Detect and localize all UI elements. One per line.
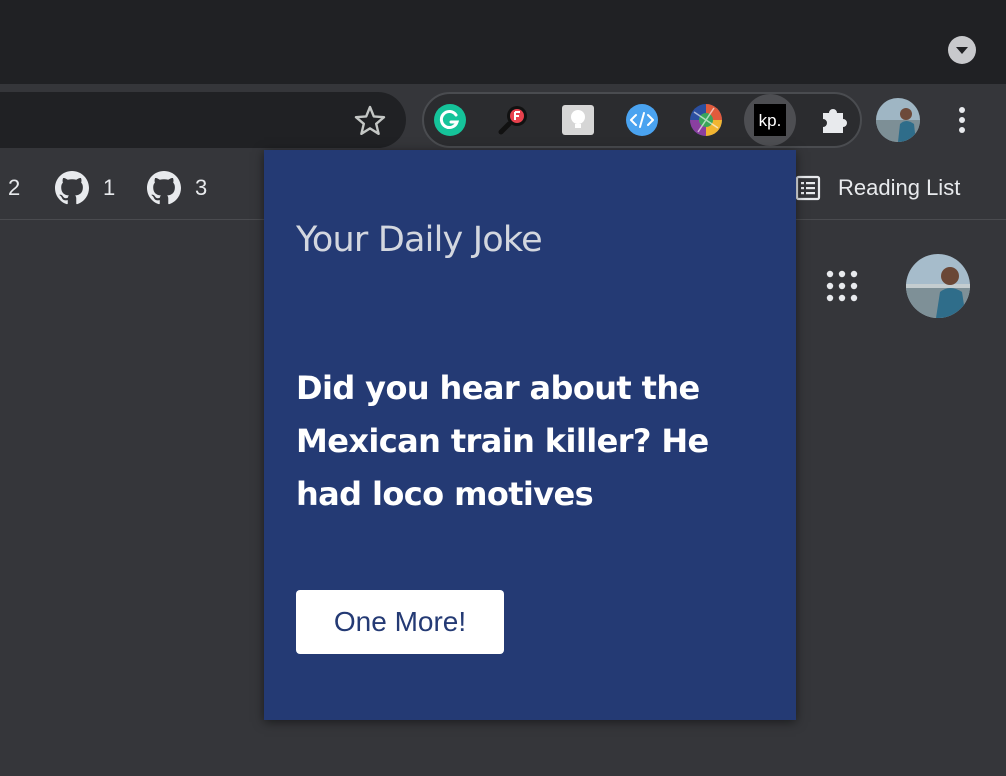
avatar-photo [876,98,920,142]
more-menu-icon[interactable] [952,104,972,136]
reading-list-icon[interactable] [794,174,822,202]
lightbulb-extension-button[interactable] [558,100,598,140]
apps-grid-icon[interactable] [824,268,860,304]
grammarly-extension-button[interactable] [430,100,470,140]
colorful-extension-button[interactable] [686,100,726,140]
tab-search-button[interactable] [948,36,976,64]
bookmark-label[interactable]: 3 [195,177,207,199]
code-extension-button[interactable] [622,100,662,140]
search-magnifier-icon [498,106,527,135]
reading-list-label[interactable]: Reading List [838,177,960,199]
chevron-down-icon [956,47,968,54]
kp-extension-button[interactable]: kp. [750,100,790,140]
joke-text: Did you hear about the Mexican train kil… [296,369,709,513]
github-icon[interactable] [55,171,89,205]
account-avatar[interactable] [906,254,970,318]
svg-text:kp.: kp. [759,111,782,130]
grammarly-icon [434,104,466,136]
one-more-button[interactable]: One More! [296,590,504,654]
code-brackets-icon [626,104,658,136]
lightbulb-icon [562,105,594,135]
tab-strip [0,0,1006,84]
popup-title: Your Daily Joke [296,220,543,260]
joke-popup: Your Daily Joke Did you hear about the M… [264,150,796,720]
bookmark-star-icon[interactable] [350,101,390,141]
kp-extension-icon: kp. [754,104,786,136]
profile-avatar[interactable] [876,98,920,142]
puzzle-icon [823,109,847,133]
bookmark-label[interactable]: 1 [103,177,115,199]
extensions-menu-button[interactable] [814,100,854,140]
avatar-photo [906,254,970,318]
colorful-ball-icon [690,104,722,136]
omnibox[interactable] [0,92,406,148]
search-extension-button[interactable] [494,100,534,140]
github-icon[interactable] [147,171,181,205]
bookmark-label[interactable]: 2 [8,177,20,199]
